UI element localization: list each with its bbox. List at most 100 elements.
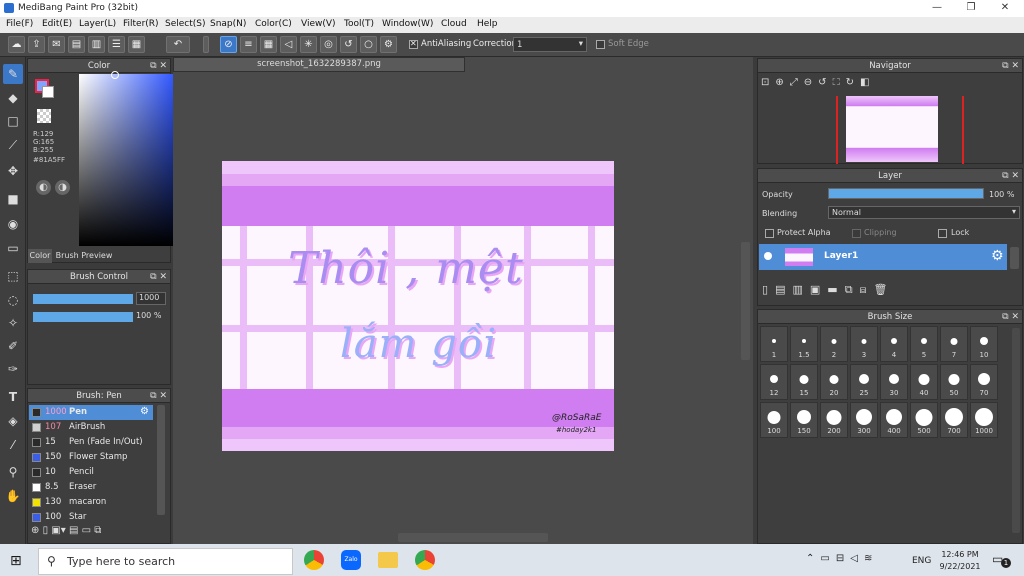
flip-icon[interactable]: ◧ [860, 77, 875, 88]
zoom-out-icon[interactable]: ⊖ [804, 77, 818, 88]
menu-snap[interactable]: Snap(N) [210, 19, 246, 29]
close-button[interactable]: ✕ [988, 0, 1022, 17]
eyedropper-tool-icon[interactable]: ⚲ [3, 462, 23, 482]
brush-size-slider[interactable] [33, 294, 133, 304]
new-halftone-layer-icon[interactable]: ▤ [775, 283, 792, 296]
blur-tool-icon[interactable]: ⁄ [3, 435, 23, 455]
brush-size-option[interactable]: 70 [970, 364, 998, 400]
menu-edit[interactable]: Edit(E) [42, 19, 72, 29]
zoom-in-icon[interactable]: ⊕ [775, 77, 789, 88]
comment-icon[interactable]: ✉ [48, 36, 65, 53]
bucket-tool-icon[interactable]: ◉ [3, 214, 23, 234]
text-tool-icon[interactable]: T [3, 387, 23, 407]
brush-item[interactable]: 150 Flower Stamp [29, 450, 153, 465]
brush-size-option[interactable]: 5 [910, 326, 938, 362]
brush-item[interactable]: 8.5 Eraser [29, 480, 153, 495]
brush-duplicate-icon[interactable]: ⧉ [94, 525, 101, 536]
zoom-fit-icon[interactable]: ⊡ [761, 77, 775, 88]
notifications-icon[interactable]: ▭ 1 [992, 552, 1011, 568]
undo-icon[interactable]: ↶ [166, 36, 190, 53]
tab-color[interactable]: Color [28, 249, 52, 263]
layer-visibility-icon[interactable] [764, 252, 772, 260]
brush-copy-icon[interactable]: ▤ [69, 525, 78, 536]
gradient-tool-icon[interactable]: ▭ [3, 238, 23, 258]
menu-help[interactable]: Help [477, 19, 498, 29]
select-tool-icon[interactable]: ⬚ [3, 266, 23, 286]
clipping-checkbox[interactable] [852, 229, 861, 238]
merge-layer-icon[interactable]: ⧈ [860, 283, 874, 296]
start-windows-icon[interactable]: ⊞ [10, 553, 22, 569]
brush-size-option[interactable]: 2 [820, 326, 848, 362]
canvas-horizontal-scrollbar[interactable] [398, 533, 548, 542]
move-tool-icon[interactable]: ✥ [3, 161, 23, 181]
brush-size-option[interactable]: 10 [970, 326, 998, 362]
menu-view[interactable]: View(V) [301, 19, 336, 29]
select-eraser-tool-icon[interactable]: ✑ [3, 359, 23, 379]
lasso-tool-icon[interactable]: ◌ [3, 290, 23, 310]
magic-wand-tool-icon[interactable]: ✧ [3, 313, 23, 333]
minimize-button[interactable]: — [920, 0, 954, 17]
select-pen-tool-icon[interactable]: ✐ [3, 336, 23, 356]
speaker-icon[interactable]: ◁ [850, 553, 864, 564]
menu-file[interactable]: File(F) [6, 19, 33, 29]
antialiasing-checkbox[interactable] [409, 39, 418, 49]
taskbar-search[interactable]: ⚲ Type here to search [38, 548, 293, 575]
brush-folder-icon[interactable]: ▭ [82, 525, 91, 536]
brush-opacity-slider[interactable] [33, 312, 133, 322]
panel-controls-icon[interactable]: ⧉ ✕ [1002, 310, 1019, 324]
panel-controls-icon[interactable]: ⧉ ✕ [1002, 59, 1019, 73]
layer-menu-icon[interactable]: ▣ [810, 283, 827, 296]
brush-add-icon[interactable]: ⊕ [31, 525, 39, 536]
brush-size-option[interactable]: 50 [940, 364, 968, 400]
curve-snap-icon[interactable]: ↺ [340, 36, 357, 53]
sv-cursor[interactable] [111, 71, 119, 79]
brush-size-option[interactable]: 4 [880, 326, 908, 362]
chrome-icon[interactable] [304, 550, 324, 570]
protect-alpha-checkbox[interactable] [765, 229, 774, 238]
rotate-right-icon[interactable]: ↻ [846, 77, 860, 88]
cloud-icon[interactable]: ☁ [8, 36, 25, 53]
share-icon[interactable]: ⇪ [28, 36, 45, 53]
brush-item[interactable]: 100 Star [29, 510, 153, 525]
brush-size-option[interactable]: 30 [880, 364, 908, 400]
hand-tool-icon[interactable]: ✋ [3, 486, 23, 506]
panel-controls-icon[interactable]: ⧉ ✕ [150, 59, 167, 73]
circle-snap-icon[interactable]: ○ [360, 36, 377, 53]
brush-size-option[interactable]: 400 [880, 402, 908, 438]
fit-window-icon[interactable]: ⛶ [833, 77, 846, 88]
list-icon[interactable]: ☰ [108, 36, 125, 53]
menu-tool[interactable]: Tool(T) [344, 19, 374, 29]
tab-brush-preview[interactable]: Brush Preview [54, 249, 114, 263]
menu-window[interactable]: Window(W) [382, 19, 433, 29]
new-layer-icon[interactable]: ▯ [762, 283, 775, 296]
brush-size-option[interactable]: 1 [760, 326, 788, 362]
dot-line-tool-icon[interactable]: ⟋ [3, 135, 23, 155]
brush-tool-icon[interactable]: ✎ [3, 64, 23, 84]
fill-rect-tool-icon[interactable]: ■ [3, 189, 23, 209]
palette-icon[interactable]: ◐ [36, 180, 51, 195]
menu-layer[interactable]: Layer(L) [79, 19, 116, 29]
layer-settings-gear-icon[interactable]: ⚙ [991, 248, 1004, 264]
brush-size-option[interactable]: 200 [820, 402, 848, 438]
document-icon[interactable]: ▥ [88, 36, 105, 53]
menu-cloud[interactable]: Cloud [441, 19, 467, 29]
divide-tool-icon[interactable]: ◈ [3, 411, 23, 431]
rotate-left-icon[interactable]: ↺ [818, 77, 832, 88]
language-indicator[interactable]: ENG [912, 556, 931, 566]
brush-item[interactable]: 107 AirBrush [29, 420, 153, 435]
brush-item[interactable]: 10 Pencil [29, 465, 153, 480]
brush-list-scrollbar[interactable] [157, 405, 165, 515]
no-snap-icon[interactable]: ⊘ [220, 36, 237, 53]
delete-layer-icon[interactable]: 🗑 [874, 283, 895, 296]
layer-list-scrollbar[interactable] [1010, 247, 1019, 269]
brush-size-value[interactable]: 1000 [136, 292, 166, 305]
soft-edge-checkbox[interactable] [596, 40, 605, 49]
brush-size-option[interactable]: 3 [850, 326, 878, 362]
brush-size-option[interactable]: 15 [790, 364, 818, 400]
blending-select[interactable]: Normal ▾ [828, 206, 1020, 219]
wifi-icon[interactable]: ≋ [864, 553, 878, 564]
brush-size-option[interactable]: 150 [790, 402, 818, 438]
actual-size-icon[interactable]: ⤢ [790, 77, 804, 88]
brush-settings-gear-icon[interactable]: ⚙ [140, 406, 149, 417]
grid-snap-icon[interactable]: ▦ [260, 36, 277, 53]
